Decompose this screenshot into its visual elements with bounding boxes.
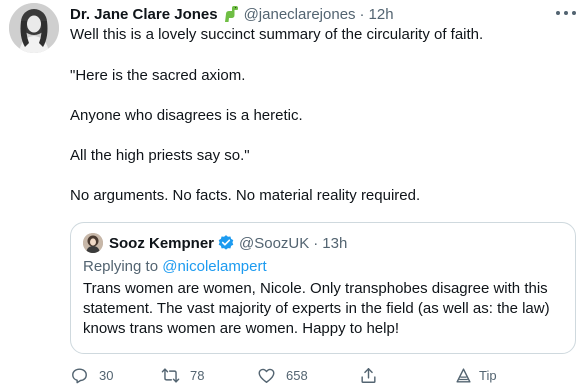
replying-to: Replying to @nicolelampert: [83, 257, 267, 277]
header-separator: ·: [359, 5, 365, 23]
reply-button[interactable]: 30: [70, 364, 113, 386]
tweet-actions: 30 78 658 Tip: [70, 364, 576, 386]
author-handle[interactable]: @janeclarejones: [244, 6, 356, 23]
like-count: 658: [286, 367, 308, 383]
quoted-text-line: Trans women are women, Nicole. Only tran…: [83, 280, 548, 297]
retweet-button[interactable]: 78: [161, 364, 204, 386]
author-avatar[interactable]: [9, 3, 59, 53]
retweet-count: 78: [190, 367, 205, 383]
author-name[interactable]: Dr. Jane Clare Jones: [70, 6, 218, 23]
tip-label: Tip: [479, 367, 497, 383]
quoted-author-name[interactable]: Sooz Kempner: [109, 235, 214, 252]
more-dot: [572, 11, 576, 15]
more-options-icon[interactable]: [556, 6, 576, 20]
share-button[interactable]: [359, 364, 378, 386]
dinosaur-emoji-icon: [222, 5, 240, 23]
quoted-tweet-header: Sooz Kempner @SoozUK · 13h: [109, 233, 347, 253]
more-dot: [564, 11, 568, 15]
reply-count: 30: [99, 367, 114, 383]
tweet-header: Dr. Jane Clare Jones @janeclarejones · 1…: [70, 4, 394, 24]
quoted-author-avatar[interactable]: [83, 233, 103, 253]
quoted-tweet[interactable]: Sooz Kempner @SoozUK · 13h Replying to @…: [70, 222, 576, 354]
verified-badge-icon: [217, 234, 235, 252]
quoted-header-separator: ·: [313, 234, 319, 252]
replying-to-mention[interactable]: @nicolelampert: [162, 258, 266, 275]
retweet-icon: [161, 366, 180, 385]
quoted-author-handle[interactable]: @SoozUK: [239, 235, 309, 252]
tweet-text-line: Well this is a lovely succinct summary o…: [70, 26, 484, 43]
more-dot: [556, 11, 560, 15]
tweet-timestamp[interactable]: 12h: [369, 6, 394, 23]
tweet-text-line: Anyone who disagrees is a heretic.: [70, 107, 303, 124]
share-icon: [359, 366, 378, 385]
like-button[interactable]: 658: [257, 364, 308, 386]
quoted-text-line: statement. The vast majority of experts …: [83, 300, 550, 317]
tip-icon: [454, 366, 473, 385]
tweet[interactable]: Dr. Jane Clare Jones @janeclarejones · 1…: [0, 0, 585, 389]
quoted-text-line: knows trans women are women. Happy to he…: [83, 320, 399, 337]
heart-icon: [257, 366, 276, 385]
tweet-text-line: "Here is the sacred axiom.: [70, 67, 246, 84]
tweet-text-line: All the high priests say so.": [70, 147, 250, 164]
tip-button[interactable]: Tip: [454, 364, 497, 386]
replying-to-prefix: Replying to: [83, 258, 159, 275]
tweet-text-line: No arguments. No facts. No material real…: [70, 187, 421, 204]
quoted-tweet-timestamp[interactable]: 13h: [322, 235, 347, 252]
quoted-tweet-text: Trans women are women, Nicole. Only tran…: [83, 279, 569, 339]
reply-icon: [70, 366, 89, 385]
